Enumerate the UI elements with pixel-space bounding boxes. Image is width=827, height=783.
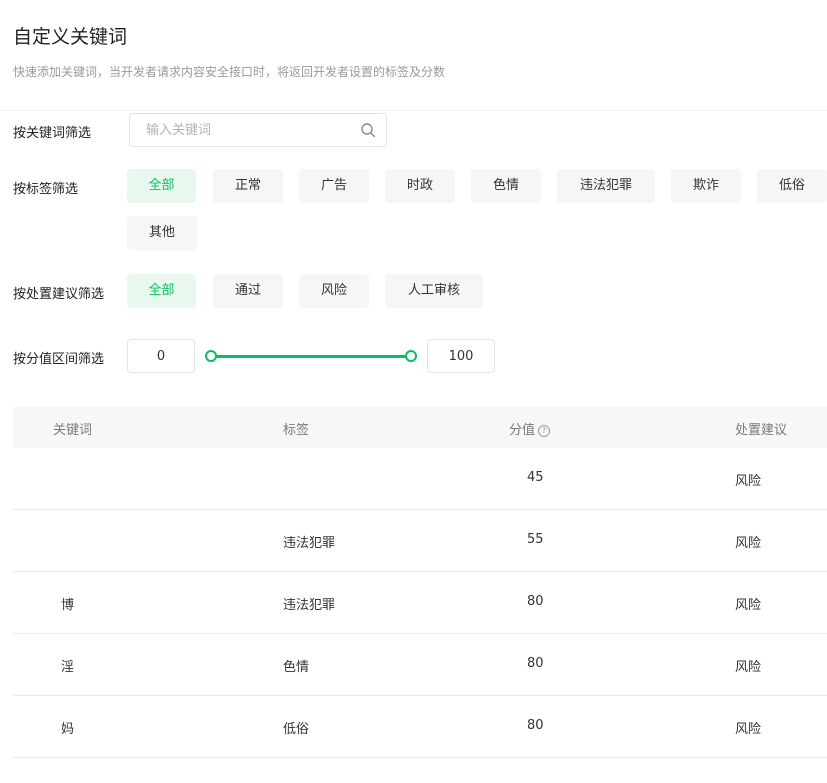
cell-score: 80 [527, 718, 544, 733]
score-max-handle[interactable] [405, 350, 417, 362]
tag-chip-illegal[interactable]: 违法犯罪 [557, 169, 655, 203]
cell-score: 80 [527, 594, 544, 609]
suggestion-chip-risk[interactable]: 风险 [299, 274, 369, 308]
cell-score: 55 [527, 532, 544, 547]
keyword-filter-label: 按关键词筛选 [13, 126, 92, 141]
cell-tag: 违法犯罪 [283, 598, 336, 613]
cell-suggestion: 风险 [735, 660, 762, 675]
tag-chip-all[interactable]: 全部 [127, 169, 196, 203]
cell-suggestion: 风险 [735, 598, 762, 613]
cell-suggestion: 风险 [735, 474, 762, 489]
column-header-score: 分值? [509, 419, 551, 438]
tag-chip-politics[interactable]: 时政 [385, 169, 455, 203]
page-title: 自定义关键词 [13, 26, 128, 48]
table-row: 45 风险 [13, 448, 827, 510]
keyword-search-box[interactable] [129, 113, 387, 147]
tag-chip-ad[interactable]: 广告 [299, 169, 369, 203]
cell-suggestion: 风险 [735, 722, 762, 737]
cell-keyword: 妈 [61, 722, 75, 737]
cell-tag: 色情 [283, 660, 310, 675]
tag-chip-other[interactable]: 其他 [127, 216, 197, 250]
page-subtitle: 快速添加关键词，当开发者请求内容安全接口时，将返回开发者设置的标签及分数 [13, 65, 446, 79]
search-icon[interactable] [360, 122, 376, 138]
question-circle-icon[interactable]: ? [538, 424, 551, 437]
suggestion-filter-label: 按处置建议筛选 [13, 287, 105, 302]
suggestion-chip-manual-review[interactable]: 人工审核 [385, 274, 483, 308]
header-divider [0, 110, 827, 111]
suggestion-chip-all[interactable]: 全部 [127, 274, 196, 308]
column-header-suggestion: 处置建议 [735, 423, 788, 438]
cell-score: 45 [527, 470, 544, 485]
table-row: 淫 色情 80 风险 [13, 634, 827, 696]
tag-chip-fraud[interactable]: 欺诈 [671, 169, 741, 203]
suggestion-chip-pass[interactable]: 通过 [213, 274, 283, 308]
score-filter-label: 按分值区间筛选 [13, 352, 105, 367]
score-min-handle[interactable] [205, 350, 217, 362]
tag-filter-label: 按标签筛选 [13, 182, 79, 197]
cell-tag: 低俗 [283, 722, 310, 737]
table-header: 关键词 标签 分值? 处置建议 [13, 407, 827, 448]
tag-chip-porn[interactable]: 色情 [471, 169, 541, 203]
tag-chip-vulgar[interactable]: 低俗 [757, 169, 827, 203]
tag-chip-normal[interactable]: 正常 [213, 169, 283, 203]
column-header-keyword: 关键词 [53, 423, 93, 438]
score-max-input[interactable]: 100 [427, 339, 495, 373]
cell-score: 80 [527, 656, 544, 671]
keyword-search-input[interactable] [146, 114, 346, 146]
cell-tag: 违法犯罪 [283, 536, 336, 551]
score-min-input[interactable]: 0 [127, 339, 195, 373]
table-row: 妈 低俗 80 风险 [13, 696, 827, 758]
column-header-score-label: 分值 [509, 423, 536, 438]
table-row: 违法犯罪 55 风险 [13, 510, 827, 572]
cell-suggestion: 风险 [735, 536, 762, 551]
column-header-tag: 标签 [283, 423, 310, 438]
cell-keyword: 博 [61, 598, 75, 613]
table-row: 博 违法犯罪 80 风险 [13, 572, 827, 634]
score-range-track[interactable] [210, 355, 411, 358]
cell-keyword: 淫 [61, 660, 75, 675]
